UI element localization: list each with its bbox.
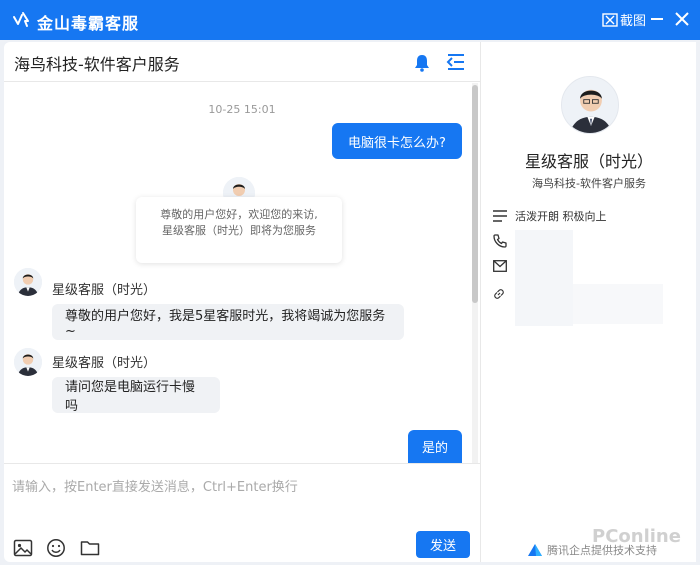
link-icon (494, 289, 504, 299)
agent-message-bubble: 请问您是电脑运行卡慢吗 (52, 377, 220, 414)
agent-message-bubble: 尊敬的用户您好，我是5星客服时光，我将竭诚为您服务~ (52, 304, 404, 340)
welcome-line-1: 尊敬的用户您好，欢迎您的来访, (160, 208, 318, 221)
tencent-logo-icon (528, 544, 542, 556)
title-bar: 金山毒霸客服 截图 (0, 0, 700, 40)
user-message-text: 是的 (421, 441, 448, 456)
redacted-contact-info (573, 284, 663, 324)
agent-message-text: 请问您是电脑运行卡慢吗 (65, 380, 196, 414)
agent-avatar (14, 348, 42, 376)
menu-collapse-icon[interactable] (446, 53, 466, 71)
message-input[interactable]: 请输入，按Enter直接发送消息，Ctrl+Enter换行 (12, 476, 298, 495)
send-button[interactable]: 发送 (416, 531, 470, 558)
emoji-icon[interactable] (46, 538, 66, 558)
agent-link-row (493, 288, 513, 300)
bell-icon[interactable] (414, 54, 430, 72)
input-area[interactable]: 请输入，按Enter直接发送消息，Ctrl+Enter换行 发送 (4, 463, 480, 562)
user-message-text: 电脑很卡怎么办? (348, 135, 446, 151)
agent-avatar (14, 268, 42, 296)
agent-name: 星级客服（时光） (52, 283, 157, 298)
agent-profile-avatar (561, 76, 619, 134)
list-icon (493, 210, 507, 222)
close-icon[interactable] (674, 11, 690, 27)
phone-icon (493, 234, 507, 248)
redacted-contact-info (515, 230, 573, 326)
minimize-icon[interactable] (651, 18, 663, 20)
agent-motto: 活泼开朗 积极向上 (515, 210, 607, 223)
agent-phone-row (493, 234, 515, 248)
chat-header: 海鸟科技-软件客户服务 (4, 42, 480, 82)
agent-motto-row: 活泼开朗 积极向上 (493, 208, 607, 224)
agent-mail-row (493, 260, 515, 272)
image-icon[interactable] (13, 538, 33, 558)
user-message-bubble: 是的 (408, 430, 462, 463)
agent-info-panel: 星级客服（时光） 海鸟科技-软件客户服务 活泼开朗 积极向上 腾讯企点提供技术支… (480, 42, 696, 562)
screenshot-button[interactable]: 截图 (602, 10, 646, 29)
window-title: 金山毒霸客服 (37, 14, 140, 33)
folder-icon[interactable] (80, 538, 100, 558)
watermark-text: PConline (592, 526, 681, 547)
user-message-bubble: 电脑很卡怎么办? (332, 123, 462, 159)
agent-profile-company: 海鸟科技-软件客户服务 (532, 177, 646, 190)
chat-title: 海鸟科技-软件客户服务 (14, 55, 180, 74)
agent-name: 星级客服（时光） (52, 356, 157, 371)
chat-panel: 海鸟科技-软件客户服务 10-25 15:01 电脑很卡怎么办? 尊敬的用户您好… (4, 42, 480, 562)
welcome-line-2: 星级客服（时光）即将为您服务 (162, 224, 316, 237)
agent-message-text: 尊敬的用户您好，我是5星客服时光，我将竭诚为您服务~ (65, 309, 386, 339)
scissors-icon (602, 12, 618, 27)
mail-icon (493, 260, 507, 272)
welcome-card: 尊敬的用户您好，欢迎您的来访, 星级客服（时光）即将为您服务 (136, 197, 342, 263)
scrollbar[interactable] (472, 83, 478, 463)
send-button-label: 发送 (429, 539, 456, 554)
scrollbar-thumb[interactable] (472, 85, 478, 303)
message-timestamp: 10-25 15:01 (208, 103, 276, 116)
agent-profile-name: 星级客服（时光） (524, 152, 653, 171)
screenshot-label: 截图 (620, 14, 647, 29)
app-logo-icon (13, 12, 29, 27)
